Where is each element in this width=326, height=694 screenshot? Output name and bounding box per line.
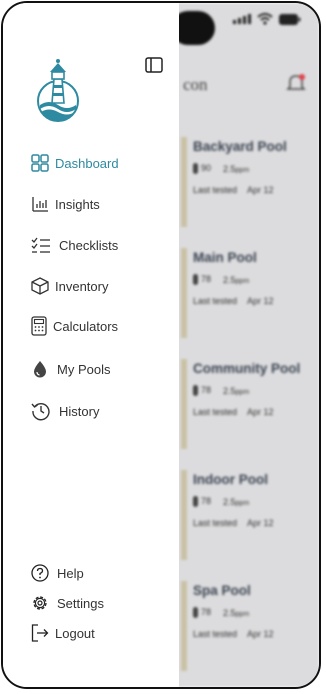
sidebar-item-dashboard[interactable]: Dashboard bbox=[31, 154, 119, 172]
temperature-reading: 78 bbox=[193, 607, 211, 619]
help-icon bbox=[31, 564, 49, 582]
pool-card[interactable]: Backyard Pool 90 2.5ppm Last tested Apr 1… bbox=[181, 137, 319, 227]
temperature-reading: 78 bbox=[193, 385, 211, 397]
pool-name: Main Pool bbox=[193, 250, 257, 265]
thermometer-icon bbox=[193, 274, 198, 286]
chlorine-reading: 2.5ppm bbox=[223, 163, 250, 174]
pool-card[interactable]: Community Pool 78 2.5ppm Last tested Apr … bbox=[181, 359, 319, 449]
pool-thumbnail bbox=[181, 470, 187, 560]
sidebar-item-settings[interactable]: Settings bbox=[31, 594, 104, 612]
sidebar-item-inventory[interactable]: Inventory bbox=[31, 277, 108, 295]
pool-readings: 78 2.5ppm bbox=[193, 607, 250, 619]
history-icon bbox=[31, 403, 50, 421]
battery-icon bbox=[279, 13, 301, 25]
thermometer-icon bbox=[193, 163, 198, 175]
sidebar-item-calculators[interactable]: Calculators bbox=[31, 316, 118, 336]
sidebar-item-checklists[interactable]: Checklists bbox=[31, 237, 118, 253]
sidebar-item-label: My Pools bbox=[57, 361, 111, 377]
pool-readings: 90 2.5ppm bbox=[193, 163, 250, 175]
logout-icon bbox=[31, 624, 49, 642]
pool-card[interactable]: Indoor Pool 78 2.5ppm Last tested Apr 12 bbox=[181, 470, 319, 560]
sidebar-item-logout[interactable]: Logout bbox=[31, 624, 95, 642]
pool-thumbnail bbox=[181, 359, 187, 449]
temperature-reading: 78 bbox=[193, 496, 211, 508]
pool-readings: 78 2.5ppm bbox=[193, 496, 250, 508]
pool-name: Backyard Pool bbox=[193, 139, 287, 154]
pool-name: Indoor Pool bbox=[193, 472, 268, 487]
bell-icon[interactable] bbox=[286, 73, 306, 93]
cellular-signal-icon bbox=[233, 14, 251, 24]
sidebar-item-label: Inventory bbox=[55, 278, 109, 294]
pool-thumbnail bbox=[181, 137, 187, 227]
last-tested: Last tested Apr 12 bbox=[193, 296, 274, 306]
pool-readings: 78 2.5ppm bbox=[193, 274, 250, 286]
chlorine-reading: 2.5ppm bbox=[223, 607, 250, 618]
sidebar-item-insights[interactable]: Insights bbox=[31, 196, 100, 212]
pool-thumbnail bbox=[181, 581, 187, 671]
gear-icon bbox=[33, 596, 47, 610]
phone-frame: con Backyard Pool 90 2.5ppm Last tested A… bbox=[1, 1, 321, 689]
temperature-reading: 90 bbox=[193, 163, 211, 175]
sidebar-item-history[interactable]: History bbox=[31, 401, 99, 421]
last-tested: Last tested Apr 12 bbox=[193, 518, 274, 528]
last-tested: Last tested Apr 12 bbox=[193, 185, 274, 195]
last-tested: Last tested Apr 12 bbox=[193, 407, 274, 417]
lighthouse-logo-icon bbox=[37, 59, 79, 122]
wifi-icon bbox=[257, 13, 273, 25]
chlorine-reading: 2.5ppm bbox=[223, 385, 250, 396]
pool-name: Community Pool bbox=[193, 361, 301, 376]
chlorine-reading: 2.5ppm bbox=[223, 496, 250, 507]
pool-readings: 78 2.5ppm bbox=[193, 385, 250, 397]
sidebar-item-label: History bbox=[59, 403, 100, 419]
bar-chart-icon bbox=[32, 197, 48, 212]
pool-thumbnail bbox=[181, 248, 187, 338]
calculator-icon bbox=[31, 316, 47, 336]
app-title-fragment: con bbox=[183, 75, 208, 94]
temperature-reading: 78 bbox=[193, 274, 211, 286]
thermometer-icon bbox=[193, 496, 198, 508]
navigation-drawer: Dashboard Insights Checklists Inventory … bbox=[3, 3, 179, 687]
sidebar-item-label: Help bbox=[57, 565, 84, 581]
sidebar-item-help[interactable]: Help bbox=[31, 564, 84, 582]
pool-card[interactable]: Main Pool 78 2.5ppm Last tested Apr 12 bbox=[181, 248, 319, 338]
sidebar-toggle-icon[interactable] bbox=[145, 57, 163, 73]
pool-name: Spa Pool bbox=[193, 583, 251, 598]
grid-icon bbox=[31, 154, 49, 172]
sidebar-item-my-pools[interactable]: My Pools bbox=[31, 360, 110, 378]
thermometer-icon bbox=[193, 385, 198, 397]
checklist-icon bbox=[31, 237, 50, 253]
pool-card[interactable]: Spa Pool 78 2.5ppm Last tested Apr 12 bbox=[181, 581, 319, 671]
last-tested: Last tested Apr 12 bbox=[193, 629, 274, 639]
box-icon bbox=[31, 277, 49, 295]
status-bar bbox=[233, 13, 301, 25]
sidebar-item-label: Logout bbox=[55, 625, 95, 641]
sidebar-item-label: Insights bbox=[55, 196, 100, 212]
sidebar-item-label: Calculators bbox=[53, 318, 119, 334]
sidebar-item-label: Settings bbox=[57, 595, 104, 611]
chlorine-reading: 2.5ppm bbox=[223, 274, 250, 285]
thermometer-icon bbox=[193, 607, 198, 619]
sidebar-item-label: Dashboard bbox=[55, 155, 119, 171]
sidebar-item-label: Checklists bbox=[59, 237, 119, 253]
water-drop-icon bbox=[34, 361, 46, 378]
